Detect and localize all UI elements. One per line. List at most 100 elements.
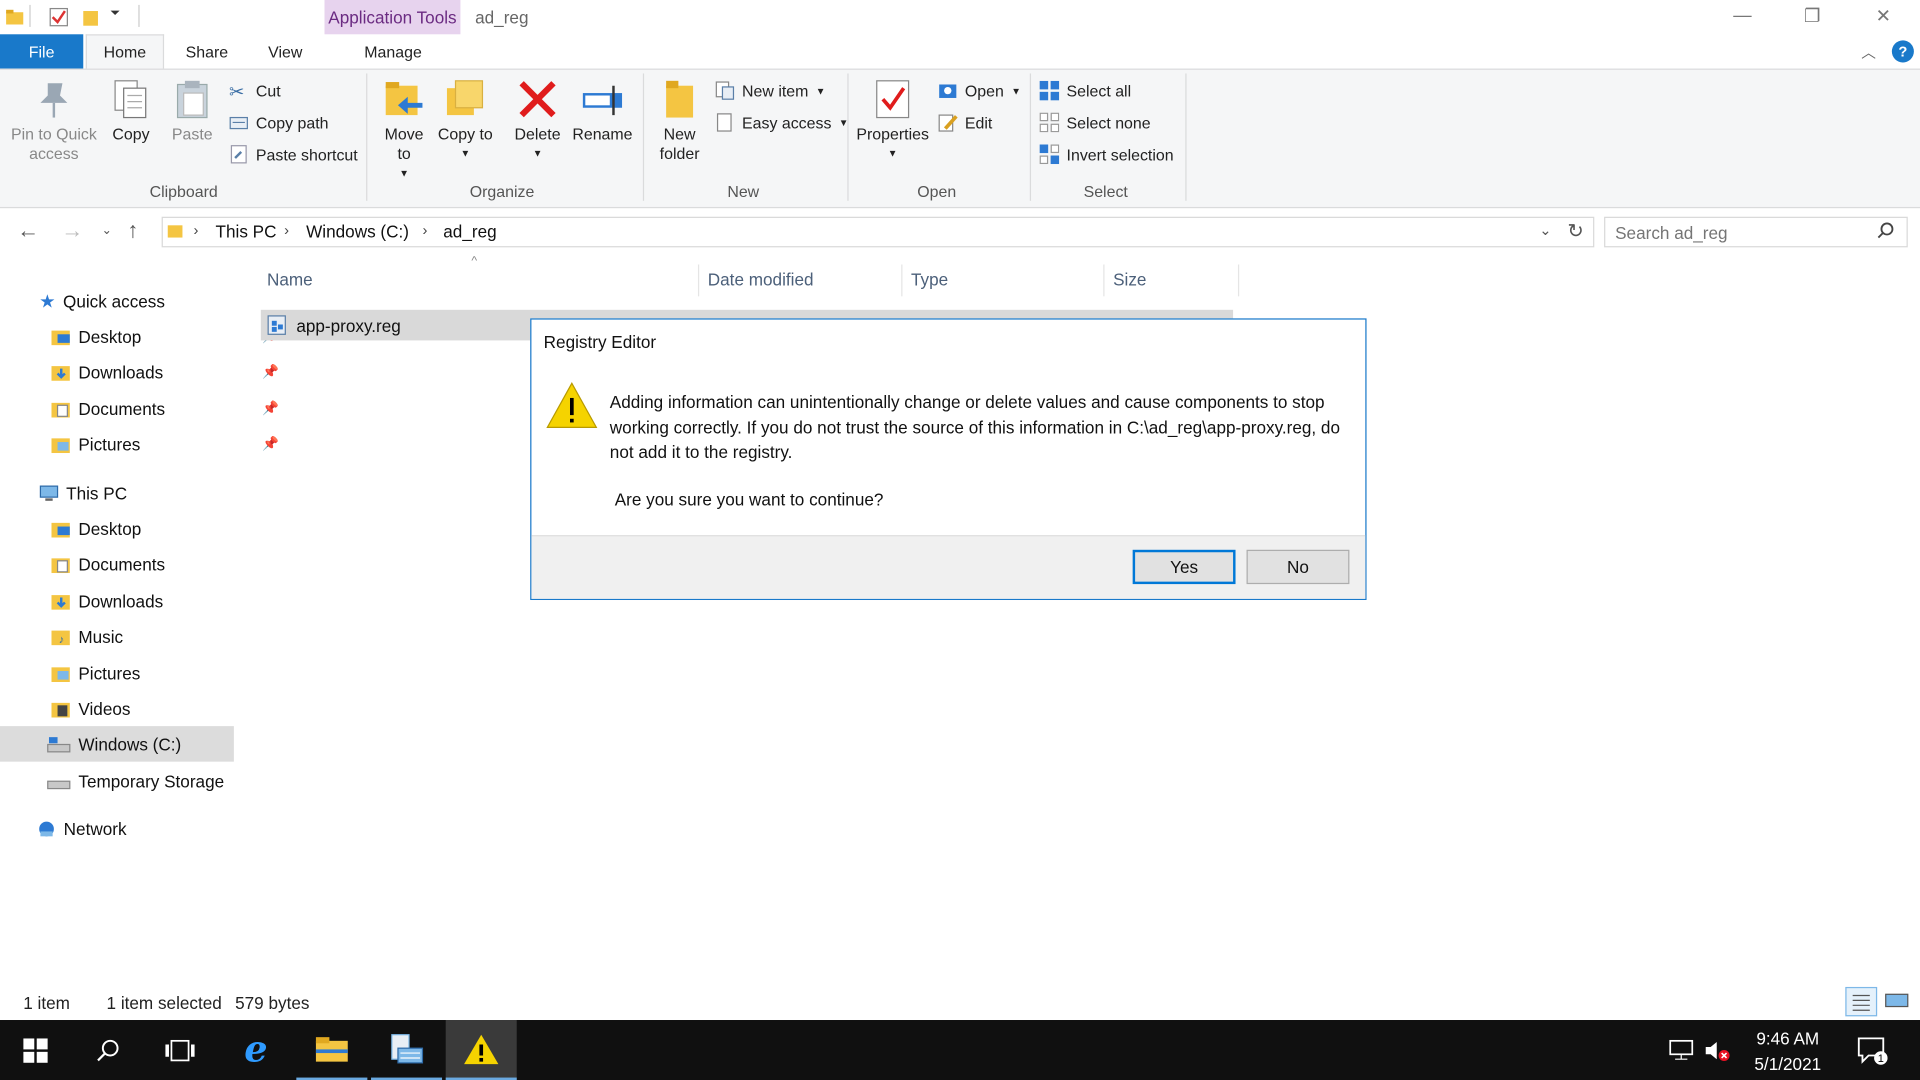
search-input[interactable]: [1604, 216, 1908, 248]
copy-to-button[interactable]: Copy to ▼: [437, 73, 493, 164]
edit-pencil-icon: [938, 113, 958, 133]
delete-button[interactable]: Delete ▼: [509, 73, 565, 164]
pin-to-quick-access-button[interactable]: Pin to Quick access: [5, 73, 103, 164]
copy-button[interactable]: Copy: [105, 73, 156, 144]
network-icon: [37, 820, 57, 837]
taskbar-clock[interactable]: 9:46 AM 5/1/2021: [1736, 1026, 1839, 1077]
up-arrow-icon[interactable]: ↑: [127, 218, 138, 244]
tab-file[interactable]: File: [0, 34, 84, 69]
taskbar-registry-warning[interactable]: [445, 1020, 517, 1080]
nav-qa-downloads[interactable]: Downloads 📌: [51, 354, 279, 390]
taskbar-internet-explorer[interactable]: e: [220, 1020, 291, 1080]
minimize-button[interactable]: —: [1714, 5, 1770, 29]
back-arrow-icon[interactable]: ←: [17, 218, 39, 244]
properties-button[interactable]: Properties ▼: [853, 73, 931, 164]
column-separator[interactable]: [697, 264, 700, 297]
taskbar-server-manager[interactable]: [371, 1020, 443, 1080]
column-header-name[interactable]: Name: [267, 269, 313, 289]
breadcrumb-separator[interactable]: ›: [422, 222, 427, 239]
breadcrumb-this-pc[interactable]: This PC: [216, 222, 277, 242]
edit-button[interactable]: Edit: [938, 110, 992, 134]
nav-qa-documents[interactable]: Documents 📌: [51, 391, 279, 427]
nav-pc-windows-c[interactable]: Windows (C:): [47, 726, 181, 762]
nav-qa-desktop[interactable]: Desktop 📌: [51, 318, 279, 354]
collapse-ribbon-icon[interactable]: ︿: [1861, 42, 1876, 63]
invert-selection-button[interactable]: Invert selection: [1039, 142, 1174, 166]
column-separator[interactable]: [1103, 264, 1105, 297]
customize-quick-access-icon[interactable]: ⏷: [110, 7, 120, 20]
dialog-button-bar: [531, 535, 1366, 599]
file-name[interactable]: app-proxy.reg: [296, 316, 401, 336]
column-separator[interactable]: [1237, 264, 1240, 297]
column-header-size[interactable]: Size: [1113, 269, 1146, 289]
nav-label: Desktop: [78, 518, 142, 539]
easy-access-button[interactable]: Easy access ▼: [715, 110, 848, 134]
paste-shortcut-button[interactable]: Paste shortcut: [229, 142, 358, 166]
nav-pc-music[interactable]: ♪ Music: [51, 618, 123, 654]
nav-this-pc[interactable]: This PC: [39, 475, 127, 511]
status-size: 579 bytes: [235, 993, 310, 1013]
videos-folder-icon: [51, 700, 71, 717]
taskbar-search-button[interactable]: [73, 1020, 144, 1080]
column-separator[interactable]: [901, 264, 903, 297]
column-header-type[interactable]: Type: [911, 269, 948, 289]
nav-pc-videos[interactable]: Videos: [51, 691, 130, 727]
tab-view[interactable]: View: [251, 34, 320, 68]
task-view-button[interactable]: [144, 1020, 215, 1080]
refresh-icon[interactable]: ↻: [1567, 219, 1583, 243]
new-folder-quick-icon[interactable]: [81, 7, 101, 27]
tab-manage[interactable]: Manage: [348, 34, 439, 68]
new-folder-button[interactable]: New folder: [651, 73, 707, 164]
nav-network[interactable]: Network: [37, 811, 127, 847]
delete-x-icon: [517, 78, 559, 120]
divider: [29, 4, 31, 27]
documents-folder-icon: [51, 555, 71, 573]
select-all-button[interactable]: Select all: [1039, 78, 1131, 102]
details-view-button[interactable]: [1845, 986, 1878, 1017]
nav-qa-pictures[interactable]: Pictures 📌: [51, 426, 279, 462]
close-button[interactable]: ✕: [1855, 5, 1911, 29]
move-to-button[interactable]: Move to ▼: [376, 73, 432, 183]
taskbar-file-explorer[interactable]: [296, 1020, 368, 1080]
recent-locations-icon[interactable]: ⌄: [102, 224, 112, 237]
drive-icon: [47, 772, 71, 789]
open-button[interactable]: Open ▼: [938, 78, 1021, 102]
nav-pc-pictures[interactable]: Pictures: [51, 655, 140, 691]
breadcrumb-separator[interactable]: ›: [284, 222, 289, 239]
restore-button[interactable]: ❐: [1784, 5, 1840, 29]
action-center-icon[interactable]: 1: [1856, 1036, 1888, 1069]
nav-quick-access[interactable]: ★ Quick access: [39, 283, 165, 319]
copy-path-button[interactable]: Copy path: [229, 110, 329, 134]
volume-muted-icon[interactable]: [1703, 1038, 1732, 1066]
tab-home[interactable]: Home: [85, 34, 165, 69]
start-button[interactable]: [0, 1020, 71, 1080]
address-dropdown-icon[interactable]: ⌄: [1539, 222, 1551, 239]
nav-label: Downloads: [78, 361, 164, 382]
help-icon[interactable]: ?: [1891, 40, 1914, 63]
nav-pc-documents[interactable]: Documents: [51, 546, 165, 582]
yes-button[interactable]: Yes: [1132, 549, 1236, 585]
nav-pc-desktop[interactable]: Desktop: [51, 511, 141, 547]
paste-button[interactable]: Paste: [164, 73, 220, 144]
large-icons-view-button[interactable]: [1882, 987, 1911, 1016]
rename-button[interactable]: Rename: [571, 73, 635, 144]
properties-quick-icon[interactable]: [49, 7, 69, 27]
column-header-date-modified[interactable]: Date modified: [708, 269, 814, 289]
no-button[interactable]: No: [1246, 549, 1350, 585]
breadcrumb-separator[interactable]: ›: [193, 222, 198, 239]
cut-button[interactable]: ✂ Cut: [229, 78, 281, 102]
breadcrumb-windows-c[interactable]: Windows (C:): [306, 222, 409, 242]
copy-path-label: Copy path: [255, 113, 329, 132]
rename-label: Rename: [572, 124, 633, 144]
cut-label: Cut: [255, 81, 281, 100]
nav-pc-downloads[interactable]: Downloads: [51, 583, 163, 619]
select-none-button[interactable]: Select none: [1039, 110, 1151, 134]
tab-share[interactable]: Share: [171, 34, 242, 68]
select-group-label: Select: [1083, 182, 1128, 201]
forward-arrow-icon[interactable]: →: [61, 218, 83, 244]
new-folder-label: New folder: [659, 124, 700, 163]
breadcrumb-ad-reg[interactable]: ad_reg: [443, 222, 496, 242]
network-status-icon[interactable]: [1668, 1038, 1695, 1066]
nav-pc-temporary-storage[interactable]: Temporary Storage: [47, 763, 225, 799]
new-item-button[interactable]: New item ▼: [715, 78, 825, 102]
